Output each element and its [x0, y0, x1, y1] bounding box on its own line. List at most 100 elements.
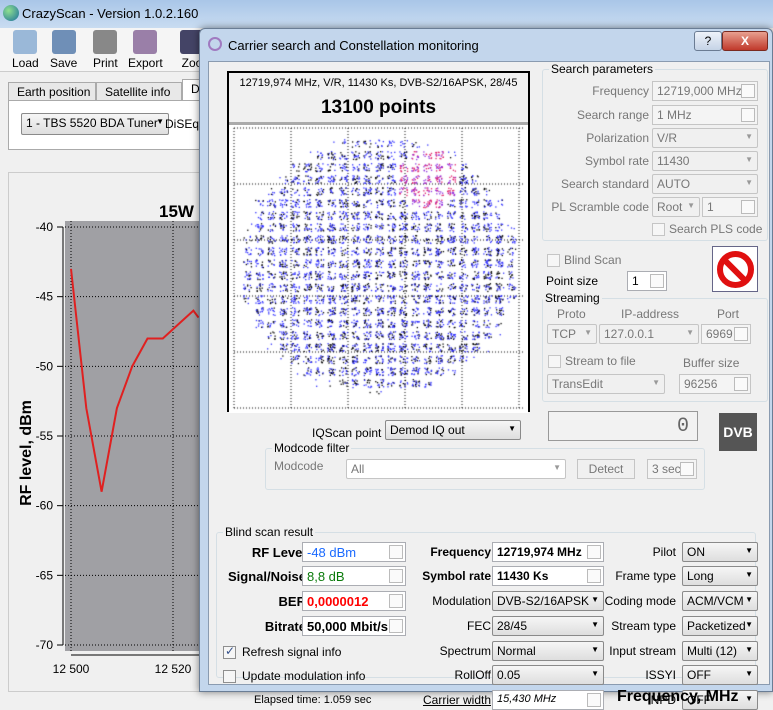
rolloff-label: RollOff — [454, 668, 491, 682]
tab-satellite-info[interactable]: Satellite info — [96, 82, 182, 101]
polarization-label: Polarization — [586, 131, 649, 145]
polarization-select[interactable]: V/R — [652, 128, 758, 148]
carrier-width-value: 15,430 MHz — [492, 690, 604, 710]
input-stream-select[interactable]: Multi (12) — [682, 641, 758, 661]
tuner-select[interactable]: 1 - TBS 5520 BDA Tuner — [21, 113, 169, 135]
result-symbol-rate-label: Symbol rate — [422, 569, 491, 583]
issyi-label: ISSYI — [645, 668, 676, 682]
rolloff-select[interactable]: 0.05 — [492, 665, 604, 685]
search-frequency-input[interactable]: 12719,000 MHz — [652, 81, 758, 101]
dvb-logo: DVB — [719, 413, 757, 451]
proto-select[interactable]: TCP — [547, 324, 597, 344]
modulation-select[interactable]: DVB-S2/16APSK — [492, 591, 604, 611]
detect-button[interactable]: Detect — [577, 459, 635, 479]
stream-to-file-checkbox[interactable] — [548, 355, 561, 368]
export-button[interactable]: Export — [128, 30, 163, 70]
load-button[interactable]: Load — [12, 30, 39, 70]
constellation-plot — [229, 122, 528, 413]
constellation-dialog: Carrier search and Constellation monitor… — [199, 28, 773, 710]
result-frequency-value: 12719,974 MHz — [492, 542, 604, 562]
streaming-group: Streaming Proto IP-address Port TCP 127.… — [542, 291, 768, 402]
modulation-label: Modulation — [432, 594, 491, 608]
spectrum-chart: -40 -45 -50 -55 -60 -65 -70 12 500 12 520 15W RF l… — [18, 202, 215, 676]
app-title-bar: CrazyScan - Version 1.0.2.160 — [0, 0, 773, 28]
export-label: Export — [128, 56, 163, 70]
search-parameters-title: Search parameters — [549, 62, 656, 76]
folder-icon — [13, 30, 38, 54]
coding-mode-select[interactable]: ACM/VCM — [682, 591, 758, 611]
search-range-label: Search range — [576, 108, 649, 122]
app-globe-icon — [3, 5, 19, 21]
y-tick-label: -40 — [36, 220, 54, 234]
dialog-body: 12719,974 MHz, V/R, 11430 Ks, DVB-S2/16A… — [208, 61, 770, 710]
tab-earth-position[interactable]: Earth position — [8, 82, 96, 101]
pilot-select[interactable]: ON — [682, 542, 758, 562]
help-button[interactable]: ? — [694, 31, 722, 51]
point-size-input[interactable]: 1 — [627, 271, 667, 291]
pls-mode-select[interactable]: Root — [652, 197, 700, 217]
blind-scan-result-title: Blind scan result — [223, 525, 316, 539]
update-modulation-checkbox[interactable] — [223, 670, 236, 683]
x-axis-label: Frequency, MHz — [617, 688, 739, 705]
y-tick-label: -70 — [36, 638, 54, 652]
modcode-select[interactable]: All — [346, 459, 566, 479]
stream-target-select[interactable]: TransEdit — [547, 374, 665, 394]
snr-label: Signal/Noise — [227, 569, 306, 584]
fec-select[interactable]: 28/45 — [492, 616, 604, 636]
port-header: Port — [717, 307, 740, 321]
input-stream-label: Input stream — [609, 644, 676, 658]
search-range-input[interactable]: 1 MHz — [652, 105, 758, 125]
ber-value: 0,0000012 — [302, 591, 406, 611]
packet-counter-display: 0 — [548, 411, 698, 441]
symbol-rate-select[interactable]: 11430 — [652, 151, 758, 171]
y-tick-label: -45 — [36, 290, 54, 304]
blind-scan-result-group: Blind scan result RF Level -48 dBm Signa… — [216, 525, 758, 710]
blind-scan-label: Blind Scan — [564, 253, 622, 267]
search-standard-select[interactable]: AUTO — [652, 174, 758, 194]
frame-type-label: Frame type — [615, 569, 676, 583]
refresh-signal-checkbox[interactable] — [223, 644, 236, 659]
buffer-size-input[interactable]: 96256 — [679, 374, 751, 394]
result-symbol-rate-value: 11430 Ks — [492, 566, 604, 586]
close-button[interactable]: X — [722, 31, 768, 51]
coding-mode-label: Coding mode — [604, 594, 676, 608]
blind-scan-checkbox[interactable] — [547, 254, 560, 267]
streaming-title: Streaming — [543, 291, 602, 305]
elapsed-time: Elapsed time: 1.059 sec — [254, 694, 372, 706]
ip-address-select[interactable]: 127.0.0.1 — [599, 324, 699, 344]
search-parameters-group: Search parameters Frequency 12719,000 MH… — [542, 62, 768, 241]
bitrate-value: 50,000 Mbit/s — [302, 616, 406, 636]
result-frequency-label: Frequency — [430, 545, 491, 559]
stream-type-select[interactable]: Packetized — [682, 616, 758, 636]
pls-value-input[interactable]: 1 — [702, 197, 758, 217]
save-label: Save — [50, 56, 78, 70]
pilot-label: Pilot — [652, 545, 676, 559]
constellation-header: 12719,974 MHz, V/R, 11430 Ks, DVB-S2/16A… — [239, 77, 518, 89]
iqscan-point-label: IQScan point — [312, 426, 382, 440]
export-icon — [133, 30, 158, 54]
port-input[interactable]: 6969 — [701, 324, 751, 344]
proto-header: Proto — [557, 307, 586, 321]
issyi-select[interactable]: OFF — [682, 665, 758, 685]
stop-icon — [717, 251, 754, 288]
detect-time-input[interactable]: 3 sec — [647, 459, 697, 479]
frame-type-select[interactable]: Long — [682, 566, 758, 586]
printer-icon — [93, 30, 118, 54]
tuner-panel: 1 - TBS 5520 BDA Tuner DiSEqC — [8, 100, 208, 150]
spectrum-label: Spectrum — [439, 644, 491, 658]
iqscan-point-select[interactable]: Demod IQ out — [385, 420, 521, 440]
carrier-width-link[interactable]: Carrier width — [423, 693, 491, 707]
search-pls-checkbox[interactable] — [652, 223, 665, 236]
print-button[interactable]: Print — [93, 30, 118, 70]
floppy-icon — [51, 30, 76, 54]
search-standard-label: Search standard — [560, 177, 649, 191]
save-button[interactable]: Save — [50, 30, 77, 70]
point-size-label: Point size — [546, 274, 599, 288]
spectrum-select[interactable]: Normal — [492, 641, 604, 661]
x-tick-label: 12 520 — [155, 662, 192, 676]
y-tick-label: -65 — [36, 568, 54, 582]
ip-header: IP-address — [621, 307, 680, 321]
rf-level-label: RF Level — [251, 545, 306, 560]
y-axis-label: RF level, dBm — [18, 400, 35, 506]
stop-button[interactable] — [712, 246, 758, 292]
